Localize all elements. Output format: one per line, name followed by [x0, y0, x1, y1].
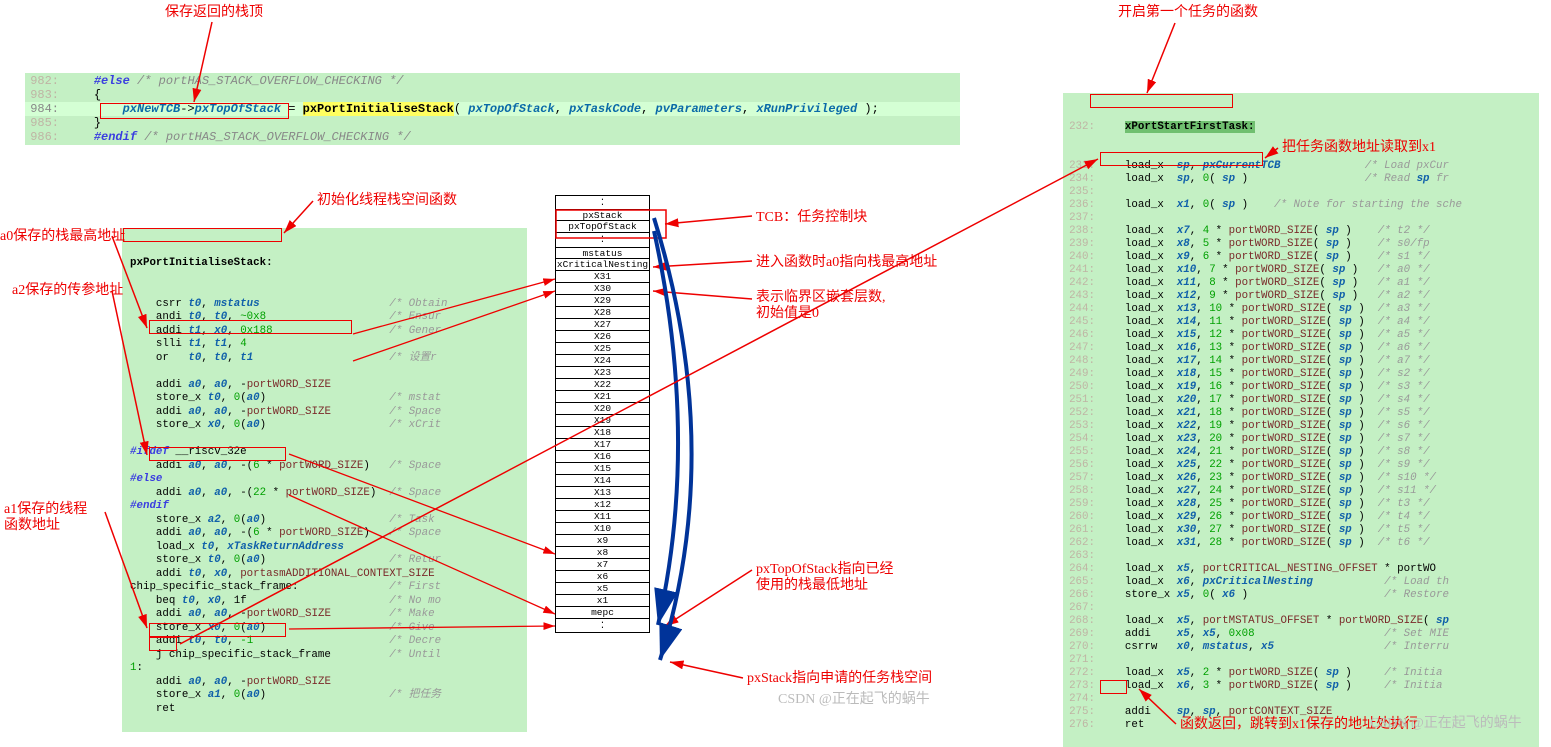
anno-a0-high: a0保存的栈最高地址	[0, 229, 125, 245]
anno-save-stack-top: 保存返回的栈顶	[165, 5, 263, 21]
stack-diagram: .. pxStackpxTopOfStack .. mstatusxCritic…	[555, 195, 650, 633]
left-code-block: pxPortInitialiseStack: csrr t0, mstatus …	[122, 228, 527, 732]
anno-a1-fn: a1保存的线程 函数地址	[4, 502, 87, 534]
anno-load-x1: 把任务函数地址读取到x1	[1282, 140, 1436, 156]
watermark: CSDN @正在起飞的蜗牛	[778, 688, 930, 708]
anno-tcb: TCB：任务控制块	[756, 210, 867, 226]
anno-pxstack: pxStack指向申请的任务栈空间	[747, 671, 932, 687]
right-code-block: 232: xPortStartFirstTask: 233: load_x sp…	[1063, 93, 1539, 747]
anno-start-first-task: 开启第一个任务的函数	[1118, 5, 1258, 21]
anno-enter-fn: 进入函数时a0指向栈最高地址	[756, 255, 937, 271]
anno-pxtop-used: pxTopOfStack指向已经 使用的栈最低地址	[756, 562, 893, 594]
anno-a2-param: a2保存的传参地址	[12, 283, 123, 299]
anno-critical: 表示临界区嵌套层数, 初始值是0	[756, 290, 886, 322]
anno-init-fn: 初始化线程栈空间函数	[317, 193, 457, 209]
watermark2: CSDN @正在起飞的蜗牛	[1370, 712, 1522, 732]
top-code-block: 982: #else /* portHAS_STACK_OVERFLOW_CHE…	[25, 73, 960, 145]
